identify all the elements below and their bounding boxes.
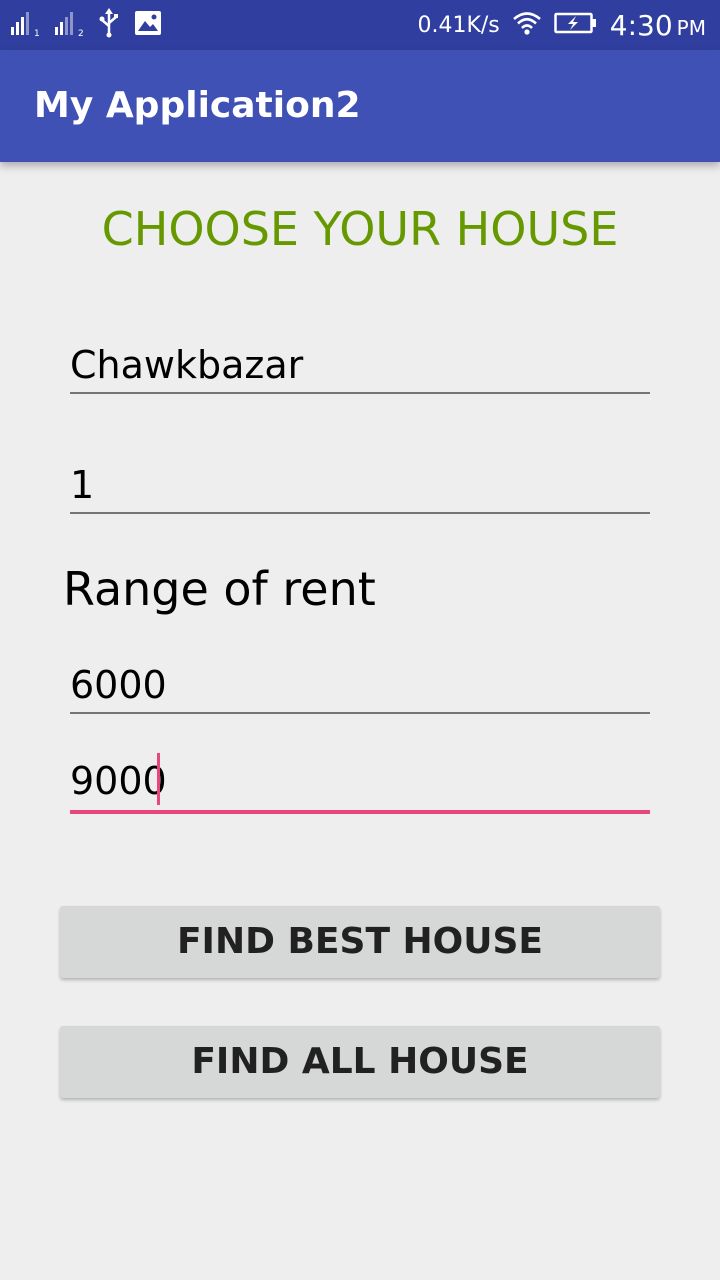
find-best-house-button[interactable]: FIND BEST HOUSE xyxy=(60,906,660,978)
rent-range-label: Range of rent xyxy=(63,562,376,616)
clock-time: 4:30 xyxy=(609,8,673,42)
status-bar: 1 2 0.41K/s 4:30 PM xyxy=(0,0,720,50)
signal-sim2-icon: 2 xyxy=(54,9,84,41)
status-right: 0.41K/s 4:30 PM xyxy=(417,0,706,50)
rent-min-input[interactable] xyxy=(70,658,650,714)
clock: 4:30 PM xyxy=(610,9,706,42)
rooms-input[interactable] xyxy=(70,458,650,514)
signal-sim1-icon: 1 xyxy=(10,9,40,41)
app-bar: My Application2 xyxy=(0,50,720,162)
network-speed: 0.41K/s xyxy=(417,12,500,38)
battery-charging-icon xyxy=(554,11,598,39)
location-input[interactable] xyxy=(70,338,650,394)
image-icon xyxy=(134,10,162,40)
text-cursor xyxy=(157,753,160,805)
clock-ampm: PM xyxy=(676,15,706,40)
sim1-label: 1 xyxy=(34,29,40,37)
usb-icon xyxy=(98,8,120,42)
page-heading: CHOOSE YOUR HOUSE xyxy=(101,202,619,256)
find-all-house-button[interactable]: FIND ALL HOUSE xyxy=(60,1026,660,1098)
wifi-icon xyxy=(512,10,542,40)
sim2-label: 2 xyxy=(78,29,84,37)
app-title: My Application2 xyxy=(34,85,361,126)
status-left: 1 2 xyxy=(10,8,162,42)
